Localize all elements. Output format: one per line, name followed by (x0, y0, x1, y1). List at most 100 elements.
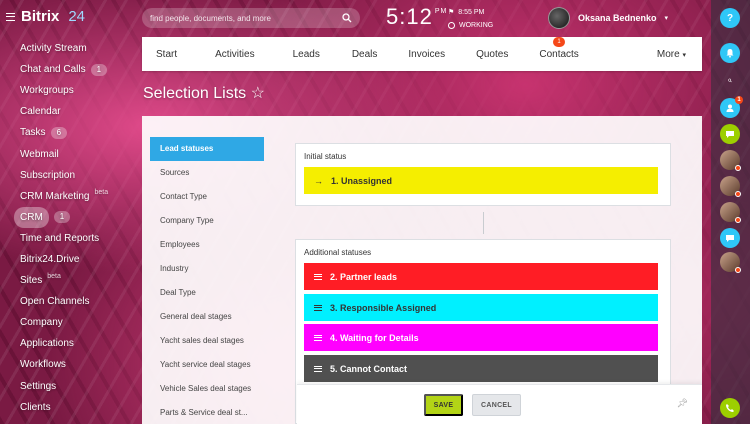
search-icon[interactable] (720, 70, 740, 90)
sidebar-item-settings[interactable]: Settings (0, 376, 140, 397)
contacts-icon[interactable]: 1 (720, 96, 743, 118)
list-item-contact-type[interactable]: Contact Type (150, 185, 275, 209)
beta-tag: beta (47, 273, 61, 281)
sidebar-item-workgroups[interactable]: Workgroups (0, 80, 140, 101)
save-button[interactable]: SAVE (424, 394, 463, 416)
sidebar-item-crm-marketing[interactable]: CRM Marketing beta (0, 186, 140, 207)
app-name: Bitrix (21, 8, 60, 25)
sidebar-menu: Activity Stream Chat and Calls 1 Workgrou… (0, 38, 140, 418)
divider (483, 212, 484, 234)
sidebar-item-crm[interactable]: CRM 1 (0, 206, 140, 228)
chevron-down-icon: ▾ (682, 51, 686, 59)
status-label: 2. Partner leads (330, 271, 398, 282)
main-panel: Lead statuses Sources Contact Type Compa… (142, 116, 702, 424)
list-item-industry[interactable]: Industry (150, 257, 275, 281)
counter-badge: 6 (50, 126, 68, 139)
beta-tag: beta (94, 188, 109, 196)
status-label: 5. Cannot Contact (330, 363, 408, 374)
notification-badge: 1 (735, 96, 743, 104)
sidebar-item-activity-stream[interactable]: Activity Stream (0, 38, 140, 59)
sidebar-item-time-reports[interactable]: Time and Reports (0, 228, 140, 249)
clock[interactable]: 5:12 PM (386, 4, 447, 30)
status-cannot-contact[interactable]: 5. Cannot Contact (304, 355, 658, 382)
list-item-deal-type[interactable]: Deal Type (150, 281, 275, 305)
help-icon[interactable]: ? (720, 8, 740, 28)
cancel-button[interactable]: CANCEL (472, 394, 521, 416)
app-version: 24 (68, 8, 86, 25)
search-bar[interactable] (142, 8, 360, 28)
list-item-employees[interactable]: Employees (150, 233, 275, 257)
sidebar-item-tasks[interactable]: Tasks 6 (0, 122, 140, 143)
phone-icon[interactable] (720, 398, 740, 418)
bell-icon[interactable] (720, 43, 740, 63)
work-day-status[interactable]: ⚑ 8:55 PM WORKING (448, 6, 493, 32)
tab-activities[interactable]: Activities (215, 49, 254, 60)
tab-quotes[interactable]: Quotes (476, 49, 508, 60)
contact-avatar[interactable] (720, 150, 741, 171)
status-label: 3. Responsible Assigned (330, 302, 437, 313)
sidebar-item-workflows[interactable]: Workflows (0, 354, 140, 375)
status-label: 4. Waiting for Details (330, 332, 419, 343)
arrow-right-icon: → (314, 175, 323, 186)
sidebar-item-open-channels[interactable]: Open Channels (0, 291, 140, 312)
clock-time: 5:12 (386, 4, 433, 29)
list-item-yacht-service[interactable]: Yacht service deal stages (150, 353, 275, 377)
sidebar-item-calendar[interactable]: Calendar (0, 101, 140, 122)
sidebar-item-chat[interactable]: Chat and Calls 1 (0, 59, 140, 80)
sidebar-item-clients[interactable]: Clients (0, 397, 140, 418)
sidebar-item-company[interactable]: Company (0, 312, 140, 333)
work-time: 8:55 PM (458, 9, 485, 16)
drag-handle-icon[interactable] (314, 273, 322, 280)
list-item-company-type[interactable]: Company Type (150, 209, 275, 233)
tab-contacts[interactable]: Contacts 1 (539, 36, 579, 60)
right-bar: ? 1 (711, 0, 750, 424)
sidebar-item-drive[interactable]: Bitrix24.Drive (0, 249, 140, 270)
star-icon[interactable]: ☆ (251, 85, 265, 102)
pin-icon[interactable]: 📌︎ (677, 398, 688, 409)
counter-badge: 1 (53, 211, 71, 224)
status-partner-leads[interactable]: 2. Partner leads (304, 263, 658, 290)
clock-ampm: PM (434, 8, 448, 15)
contact-avatar[interactable] (720, 252, 741, 273)
crm-nav-tabs: Start Activities Leads Deals Invoices Qu… (142, 36, 702, 71)
status-label: 1. Unassigned (331, 175, 393, 186)
initial-status-box: Initial status → 1. Unassigned (295, 143, 671, 206)
page-title: Selection Lists ☆ (143, 85, 265, 102)
search-icon[interactable] (342, 13, 352, 23)
user-name: Oksana Bednenko (578, 13, 657, 23)
tab-deals[interactable]: Deals (352, 49, 378, 60)
contact-avatar[interactable] (720, 176, 741, 197)
status-responsible-assigned[interactable]: 3. Responsible Assigned (304, 294, 658, 321)
tab-leads[interactable]: Leads (293, 49, 320, 60)
contact-avatar[interactable] (720, 202, 741, 223)
chevron-down-icon: ▾ (664, 15, 669, 22)
drag-handle-icon[interactable] (314, 304, 322, 311)
work-status: WORKING (459, 22, 494, 29)
menu-icon[interactable] (6, 12, 15, 21)
search-input[interactable] (150, 13, 342, 23)
logo[interactable]: Bitrix 24 (6, 8, 85, 25)
list-item-yacht-sales[interactable]: Yacht sales deal stages (150, 329, 275, 353)
left-sidebar: Bitrix 24 Activity Stream Chat and Calls 1… (0, 0, 140, 424)
status-icon (448, 22, 455, 29)
drag-handle-icon[interactable] (314, 334, 322, 341)
chat-icon[interactable] (720, 228, 740, 248)
tab-more[interactable]: More ▾ (657, 49, 686, 60)
status-unassigned[interactable]: → 1. Unassigned (304, 167, 658, 194)
user-menu[interactable]: Oksana Bednenko ▾ (548, 7, 668, 29)
sidebar-item-webmail[interactable]: Webmail (0, 143, 140, 164)
status-waiting-details[interactable]: 4. Waiting for Details (304, 324, 658, 351)
chat-icon[interactable] (720, 124, 740, 144)
sidebar-item-applications[interactable]: Applications (0, 333, 140, 354)
list-item-general-deal-stages[interactable]: General deal stages (150, 305, 275, 329)
contacts-badge: 1 (553, 36, 566, 47)
sidebar-item-subscription[interactable]: Subscription (0, 165, 140, 186)
list-item-lead-statuses[interactable]: Lead statuses (150, 137, 264, 161)
tab-start[interactable]: Start (156, 49, 177, 60)
sidebar-item-sites[interactable]: Sites beta (0, 270, 140, 291)
list-item-vehicle-sales[interactable]: Vehicle Sales deal stages (150, 377, 275, 401)
list-item-parts-service[interactable]: Parts & Service deal st... (150, 401, 275, 424)
tab-invoices[interactable]: Invoices (408, 49, 445, 60)
list-item-sources[interactable]: Sources (150, 161, 275, 185)
drag-handle-icon[interactable] (314, 365, 322, 372)
